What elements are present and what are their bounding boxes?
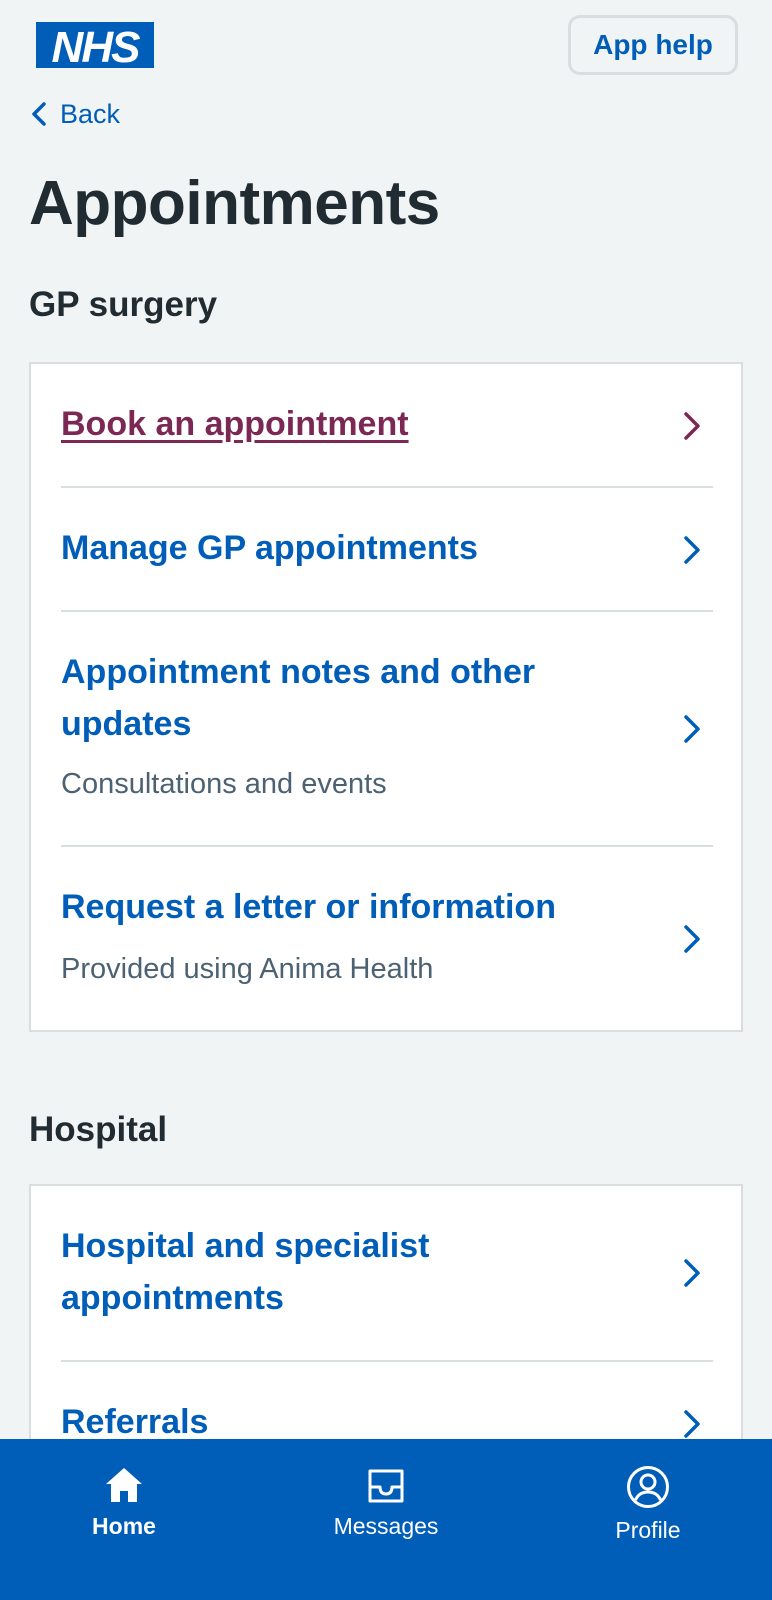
nav-item-messages[interactable]: Messages <box>286 1439 486 1600</box>
appointments-page: NHS App help Back Appointments GP surger… <box>0 0 772 1600</box>
back-label: Back <box>60 98 121 129</box>
list-item-hospital-specialist[interactable]: Hospital and specialist appointments <box>61 1186 713 1362</box>
chevron-right-icon <box>684 925 700 953</box>
home-icon <box>106 1468 142 1502</box>
request-letter-link[interactable]: Request a letter or information <box>61 881 621 933</box>
chevron-right-icon <box>684 412 700 440</box>
bottom-navigation: Home Messages Profile <box>0 1439 772 1600</box>
inbox-icon <box>368 1469 404 1503</box>
book-appointment-link[interactable]: Book an appointment <box>61 398 621 450</box>
appointment-notes-link[interactable]: Appointment notes and other updates <box>61 646 621 750</box>
chevron-right-icon <box>684 715 700 743</box>
nhs-logo[interactable]: NHS <box>36 22 154 68</box>
nav-label-profile: Profile <box>615 1517 681 1543</box>
list-item-book-appointment[interactable]: Book an appointment <box>61 364 713 488</box>
appointment-notes-subtitle: Consultations and events <box>61 768 387 800</box>
chevron-right-icon <box>684 1410 700 1438</box>
list-item-appointment-notes[interactable]: Appointment notes and other updates Cons… <box>61 612 713 847</box>
back-link[interactable]: Back <box>30 96 120 132</box>
app-help-button[interactable]: App help <box>568 15 738 75</box>
section-title-gp-surgery: GP surgery <box>29 285 218 324</box>
manage-gp-appointments-link[interactable]: Manage GP appointments <box>61 522 621 574</box>
nav-label-home: Home <box>92 1513 156 1539</box>
gp-surgery-card: Book an appointment Manage GP appointmen… <box>29 362 743 1032</box>
chevron-left-icon <box>32 102 46 126</box>
hospital-specialist-link[interactable]: Hospital and specialist appointments <box>61 1220 501 1324</box>
nav-label-messages: Messages <box>333 1513 439 1539</box>
nav-item-profile[interactable]: Profile <box>548 1439 748 1600</box>
chevron-right-icon <box>684 536 700 564</box>
list-item-manage-gp-appointments[interactable]: Manage GP appointments <box>61 488 713 612</box>
request-letter-subtitle: Provided using Anima Health <box>61 953 434 985</box>
list-item-request-letter[interactable]: Request a letter or information Provided… <box>61 847 713 1032</box>
nav-item-home[interactable]: Home <box>24 1439 224 1600</box>
page-title: Appointments <box>29 169 440 238</box>
section-title-hospital: Hospital <box>29 1110 168 1149</box>
chevron-right-icon <box>684 1259 700 1287</box>
nhs-logo-text: NHS <box>52 23 141 68</box>
profile-icon <box>627 1466 669 1508</box>
